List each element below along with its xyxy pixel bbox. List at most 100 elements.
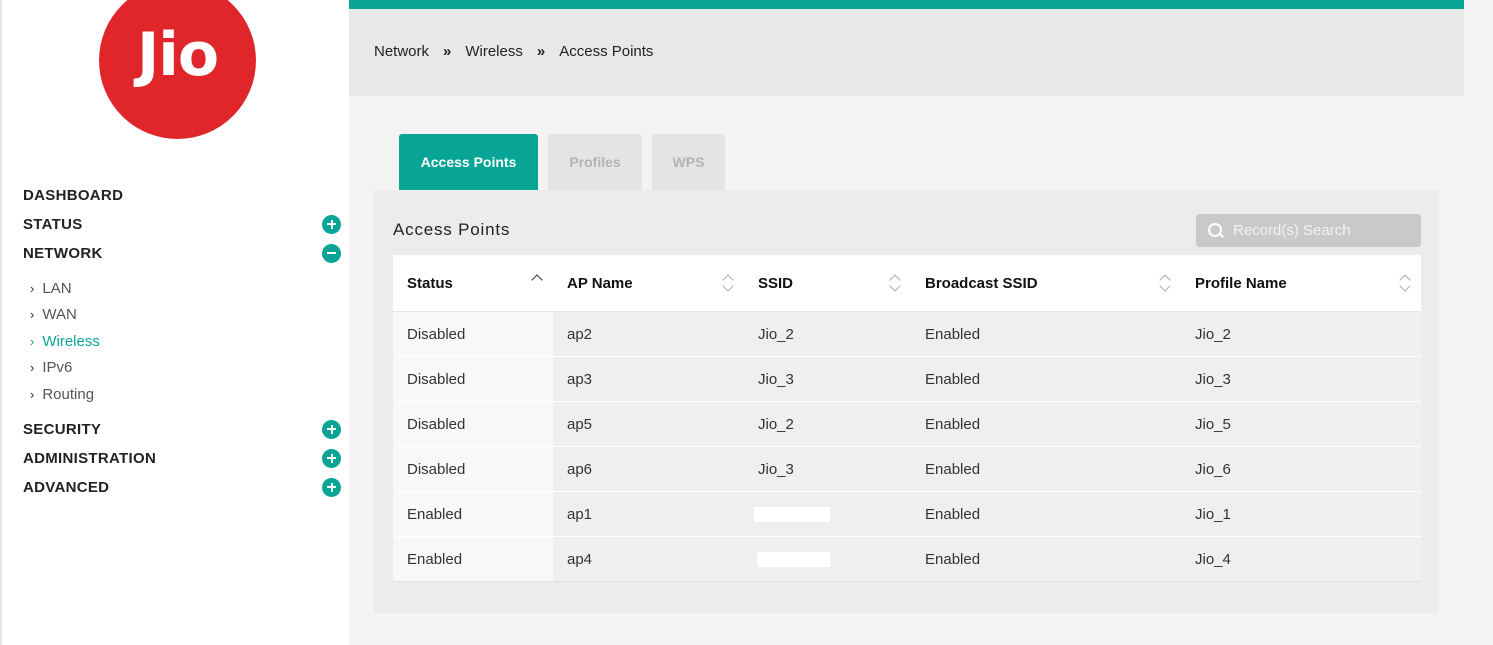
sub-label: LAN <box>42 279 72 297</box>
panel-title: Access Points <box>393 220 511 239</box>
cell-profile-name: Jio_2 <box>1181 312 1421 356</box>
cell-ap-name: ap3 <box>553 357 744 401</box>
column-header-ssid[interactable]: SSID <box>744 255 911 311</box>
table-row[interactable]: Disabled ap5 Jio_2 Enabled Jio_5 <box>393 402 1421 447</box>
cell-status: Disabled <box>393 357 553 401</box>
table-row[interactable]: Enabled ap4 Enabled Jio_4 <box>393 537 1421 582</box>
table-row[interactable]: Enabled ap1 Enabled Jio_1 <box>393 492 1421 537</box>
sub-label: WAN <box>42 305 77 323</box>
cell-ssid: Jio_3 <box>744 447 911 491</box>
column-label: Profile Name <box>1195 274 1287 292</box>
sort-icon[interactable] <box>889 273 901 295</box>
jio-logo[interactable]: Jio <box>99 0 256 139</box>
table-row[interactable]: Disabled ap2 Jio_2 Enabled Jio_2 <box>393 312 1421 357</box>
tab-access-points[interactable]: Access Points <box>399 134 538 190</box>
sidebar-item-wan[interactable]: › WAN <box>30 304 77 324</box>
nav-label: ADMINISTRATION <box>23 449 157 467</box>
breadcrumb: Network » Wireless » Access Points <box>374 43 653 60</box>
access-points-table: Status AP Name SSID Broadcast SSID Profi… <box>393 255 1421 582</box>
column-label: SSID <box>758 274 794 292</box>
sub-label: Wireless <box>42 332 100 350</box>
search-input[interactable] <box>1233 222 1413 239</box>
nav-security[interactable]: SECURITY <box>23 418 341 440</box>
sidebar: Jio DASHBOARD STATUS NETWORK › LAN › WAN… <box>0 0 349 645</box>
column-header-status[interactable]: Status <box>393 255 553 311</box>
breadcrumb-network[interactable]: Network <box>374 43 429 60</box>
sidebar-item-wireless[interactable]: › Wireless <box>30 331 100 351</box>
cell-ap-name: ap2 <box>553 312 744 356</box>
nav-label: DASHBOARD <box>23 186 124 204</box>
column-label: Status <box>407 274 453 292</box>
column-header-ap-name[interactable]: AP Name <box>553 255 744 311</box>
cell-profile-name: Jio_1 <box>1181 492 1421 536</box>
cell-broadcast-ssid: Enabled <box>911 492 1181 536</box>
table-row[interactable]: Disabled ap3 Jio_3 Enabled Jio_3 <box>393 357 1421 402</box>
nav-network[interactable]: NETWORK <box>23 242 341 264</box>
cell-profile-name: Jio_3 <box>1181 357 1421 401</box>
chevron-right-icon: › <box>30 359 35 375</box>
logo-text: Jio <box>136 20 219 90</box>
cell-broadcast-ssid: Enabled <box>911 402 1181 446</box>
cell-ssid <box>744 537 911 581</box>
sort-icon[interactable] <box>1159 273 1171 295</box>
sub-label: Routing <box>42 385 95 403</box>
sidebar-item-lan[interactable]: › LAN <box>30 278 72 298</box>
accent-bar <box>349 0 1464 9</box>
sidebar-item-routing[interactable]: › Routing <box>30 384 94 404</box>
page-header: Network » Wireless » Access Points <box>349 9 1464 96</box>
cell-broadcast-ssid: Enabled <box>911 312 1181 356</box>
chevron-right-icon: › <box>30 306 35 322</box>
cell-profile-name: Jio_6 <box>1181 447 1421 491</box>
redacted-ssid <box>757 551 830 567</box>
tab-wps[interactable]: WPS <box>652 134 725 190</box>
nav-dashboard[interactable]: DASHBOARD <box>23 184 341 206</box>
table-row[interactable]: Disabled ap6 Jio_3 Enabled Jio_6 <box>393 447 1421 492</box>
cell-ssid <box>744 492 911 536</box>
breadcrumb-wireless[interactable]: Wireless <box>465 43 523 60</box>
column-header-broadcast-ssid[interactable]: Broadcast SSID <box>911 255 1181 311</box>
search-icon <box>1208 222 1224 239</box>
cell-broadcast-ssid: Enabled <box>911 537 1181 581</box>
cell-profile-name: Jio_4 <box>1181 537 1421 581</box>
nav-advanced[interactable]: ADVANCED <box>23 476 341 498</box>
cell-status: Disabled <box>393 312 553 356</box>
sort-icon[interactable] <box>1399 273 1411 295</box>
cell-ap-name: ap4 <box>553 537 744 581</box>
record-search[interactable] <box>1196 214 1421 247</box>
cell-ssid: Jio_3 <box>744 357 911 401</box>
nav-label: NETWORK <box>23 244 103 262</box>
chevron-right-icon: › <box>30 280 35 296</box>
nav-status[interactable]: STATUS <box>23 213 341 235</box>
tab-profiles[interactable]: Profiles <box>548 134 642 190</box>
nav-label: SECURITY <box>23 420 102 438</box>
chevron-right-icon: › <box>30 386 35 402</box>
sort-icon[interactable] <box>722 273 734 295</box>
cell-status: Disabled <box>393 447 553 491</box>
cell-ap-name: ap5 <box>553 402 744 446</box>
breadcrumb-separator: » <box>536 43 546 60</box>
expand-plus-icon[interactable] <box>322 419 341 439</box>
column-label: AP Name <box>567 274 633 292</box>
cell-ap-name: ap6 <box>553 447 744 491</box>
sort-ascending-icon[interactable] <box>531 273 543 295</box>
sidebar-item-ipv6[interactable]: › IPv6 <box>30 357 72 377</box>
cell-ssid: Jio_2 <box>744 312 911 356</box>
cell-ssid: Jio_2 <box>744 402 911 446</box>
cell-broadcast-ssid: Enabled <box>911 357 1181 401</box>
sub-label: IPv6 <box>42 358 73 376</box>
cell-status: Disabled <box>393 402 553 446</box>
expand-plus-icon[interactable] <box>322 214 341 234</box>
collapse-minus-icon[interactable] <box>322 243 341 263</box>
nav-label: ADVANCED <box>23 478 110 496</box>
expand-plus-icon[interactable] <box>322 448 341 468</box>
cell-ap-name: ap1 <box>553 492 744 536</box>
cell-status: Enabled <box>393 537 553 581</box>
nav-label: STATUS <box>23 215 83 233</box>
breadcrumb-access-points: Access Points <box>559 43 654 60</box>
nav-administration[interactable]: ADMINISTRATION <box>23 447 341 469</box>
expand-plus-icon[interactable] <box>322 477 341 497</box>
breadcrumb-separator: » <box>443 43 452 60</box>
chevron-right-icon: › <box>30 333 35 349</box>
cell-status: Enabled <box>393 492 553 536</box>
column-header-profile-name[interactable]: Profile Name <box>1181 255 1421 311</box>
